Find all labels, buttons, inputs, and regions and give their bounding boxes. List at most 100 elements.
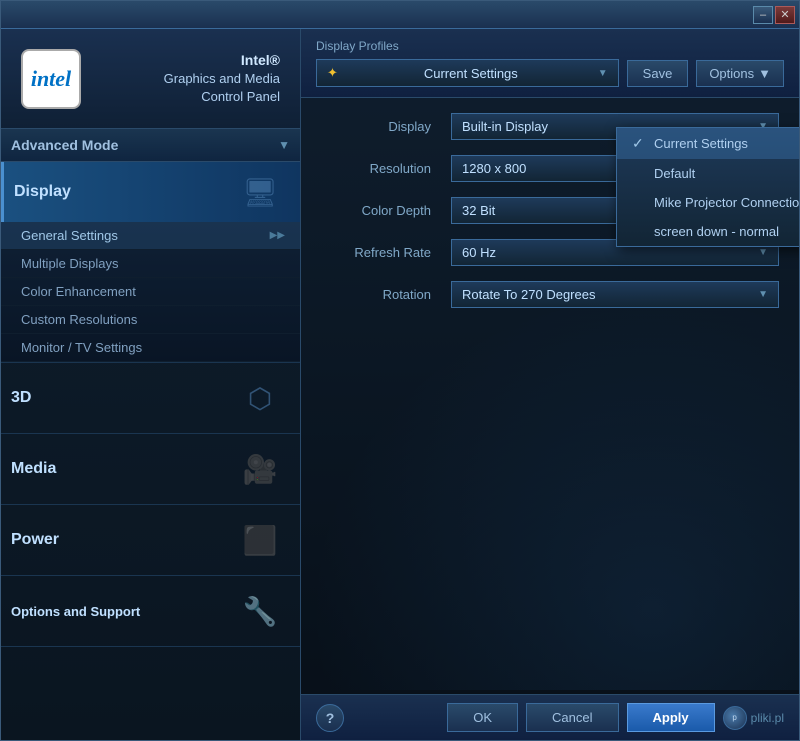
submenu-item-monitor[interactable]: Monitor / TV Settings xyxy=(1,334,300,362)
color-enhancement-label: Color Enhancement xyxy=(21,284,136,299)
submenu-item-multiple[interactable]: Multiple Displays xyxy=(1,250,300,278)
dropdown-default-label: Default xyxy=(654,166,695,181)
intel-logo: intel xyxy=(21,49,81,109)
submenu-arrow-icon: ▶▶ xyxy=(270,230,285,241)
3d-icon: ⬡ xyxy=(248,382,272,415)
apply-button[interactable]: Apply xyxy=(627,703,715,732)
dropdown-item-current[interactable]: ✓ Current Settings xyxy=(617,128,799,159)
color-depth-value: 32 Bit xyxy=(462,203,495,218)
mode-arrow-icon: ▼ xyxy=(278,138,290,152)
profiles-label: Display Profiles xyxy=(316,39,784,53)
profiles-section: Display Profiles ✦ Current Settings ▼ Sa… xyxy=(301,29,799,98)
power-nav-image: ⬛ xyxy=(220,505,300,575)
sidebar: intel Intel® Graphics and Media Control … xyxy=(1,29,301,740)
save-profile-button[interactable]: Save xyxy=(627,60,689,87)
branding: p pliki.pl xyxy=(723,706,784,730)
options-btn-arrow-icon: ▼ xyxy=(758,66,771,81)
check-icon: ✓ xyxy=(632,135,646,152)
rotation-setting-label: Rotation xyxy=(321,287,451,302)
bottom-left: ? xyxy=(316,704,344,732)
profiles-row: ✦ Current Settings ▼ Save Options ▼ xyxy=(316,59,784,87)
dropdown-screendown-label: screen down - normal xyxy=(654,224,779,239)
rotation-value: Rotate To 270 Degrees xyxy=(462,287,595,302)
sidebar-item-options[interactable]: Options and Support 🔧 xyxy=(1,576,300,646)
profile-dropdown-menu: ✓ Current Settings Default Mike Projecto… xyxy=(616,127,799,247)
profile-dropdown-arrow-icon: ▼ xyxy=(598,68,608,79)
resolution-setting-label: Resolution xyxy=(321,161,451,176)
brand-line2: Graphics and Media xyxy=(96,70,280,88)
ok-button[interactable]: OK xyxy=(447,703,518,732)
display-nav-image: 🖥 xyxy=(220,162,300,222)
bottom-bar: ? OK Cancel Apply p pliki.pl xyxy=(301,694,799,740)
media-nav-label: Media xyxy=(11,460,56,478)
branding-label: pliki.pl xyxy=(751,711,784,725)
display-value: Built-in Display xyxy=(462,119,548,134)
options-btn-label: Options xyxy=(709,66,754,81)
brand-line1: Intel® xyxy=(96,51,280,71)
sidebar-item-media[interactable]: Media 🎥 xyxy=(1,434,300,504)
rotation-dropdown-arrow-icon: ▼ xyxy=(758,289,768,300)
sidebar-title: Intel® Graphics and Media Control Panel xyxy=(96,51,280,107)
multiple-displays-label: Multiple Displays xyxy=(21,256,119,271)
minimize-button[interactable]: – xyxy=(753,6,773,24)
submenu-item-custom[interactable]: Custom Resolutions xyxy=(1,306,300,334)
right-panel: Display Profiles ✦ Current Settings ▼ Sa… xyxy=(301,29,799,740)
main-content: intel Intel® Graphics and Media Control … xyxy=(1,29,799,740)
window-controls: – ✕ xyxy=(753,6,795,24)
help-button[interactable]: ? xyxy=(316,704,344,732)
mode-label: Advanced Mode xyxy=(11,137,118,153)
power-icon: ⬛ xyxy=(243,524,278,557)
refresh-rate-dropdown-arrow-icon: ▼ xyxy=(758,247,768,258)
bottom-buttons: OK Cancel Apply p pliki.pl xyxy=(447,703,784,732)
submenu-item-general[interactable]: General Settings ▶▶ xyxy=(1,222,300,250)
power-nav-label: Power xyxy=(11,531,59,549)
monitor-tv-label: Monitor / TV Settings xyxy=(21,340,142,355)
sidebar-item-3d[interactable]: 3D ⬡ xyxy=(1,363,300,433)
display-submenu: General Settings ▶▶ Multiple Displays Co… xyxy=(1,222,300,362)
nav-section-3d: 3D ⬡ xyxy=(1,363,300,434)
main-window: – ✕ intel Intel® Graphics and Media Cont… xyxy=(0,0,800,741)
profile-dropdown[interactable]: ✦ Current Settings ▼ xyxy=(316,59,619,87)
close-button[interactable]: ✕ xyxy=(775,6,795,24)
color-depth-setting-label: Color Depth xyxy=(321,203,451,218)
display-nav-label: Display xyxy=(14,183,71,201)
dropdown-current-label: Current Settings xyxy=(654,136,748,151)
nav-section-media: Media 🎥 xyxy=(1,434,300,505)
monitor-icon: 🖥 xyxy=(242,176,278,209)
custom-resolutions-label: Custom Resolutions xyxy=(21,312,137,327)
options-nav-label: Options and Support xyxy=(11,604,140,619)
dropdown-item-mike[interactable]: Mike Projector Connection xyxy=(617,188,799,217)
3d-nav-image: ⬡ xyxy=(220,363,300,433)
sidebar-header: intel Intel® Graphics and Media Control … xyxy=(1,29,300,129)
refresh-rate-value: 60 Hz xyxy=(462,245,496,260)
submenu-item-color[interactable]: Color Enhancement xyxy=(1,278,300,306)
title-bar: – ✕ xyxy=(1,1,799,29)
media-icon: 🎥 xyxy=(243,453,278,486)
brand-line3: Control Panel xyxy=(96,88,280,106)
rotation-dropdown[interactable]: Rotate To 270 Degrees ▼ xyxy=(451,281,779,308)
display-setting-label: Display xyxy=(321,119,451,134)
options-nav-image: 🔧 xyxy=(220,576,300,646)
profile-options-button[interactable]: Options ▼ xyxy=(696,60,784,87)
3d-nav-label: 3D xyxy=(11,389,31,407)
rotation-setting-control: Rotate To 270 Degrees ▼ xyxy=(451,281,779,308)
refresh-rate-setting-label: Refresh Rate xyxy=(321,245,451,260)
profile-star-icon: ✦ xyxy=(327,65,338,81)
nav-section-options: Options and Support 🔧 xyxy=(1,576,300,647)
dropdown-item-screen-down[interactable]: screen down - normal xyxy=(617,217,799,246)
nav-section-display: Display 🖥 General Settings ▶▶ Multiple D… xyxy=(1,162,300,363)
sidebar-item-display[interactable]: Display 🖥 xyxy=(1,162,300,222)
sidebar-item-power[interactable]: Power ⬛ xyxy=(1,505,300,575)
branding-logo-icon: p xyxy=(723,706,747,730)
media-nav-image: 🎥 xyxy=(220,434,300,504)
dropdown-item-default[interactable]: Default xyxy=(617,159,799,188)
profile-current-value: Current Settings xyxy=(424,66,518,81)
nav-section-power: Power ⬛ xyxy=(1,505,300,576)
dropdown-mike-label: Mike Projector Connection xyxy=(654,195,799,210)
resolution-value: 1280 x 800 xyxy=(462,161,526,176)
rotation-setting-row: Rotation Rotate To 270 Degrees ▼ xyxy=(321,281,779,308)
cancel-button[interactable]: Cancel xyxy=(526,703,618,732)
options-icon: 🔧 xyxy=(243,595,278,628)
general-settings-label: General Settings xyxy=(21,228,118,243)
mode-selector[interactable]: Advanced Mode ▼ xyxy=(1,129,300,162)
